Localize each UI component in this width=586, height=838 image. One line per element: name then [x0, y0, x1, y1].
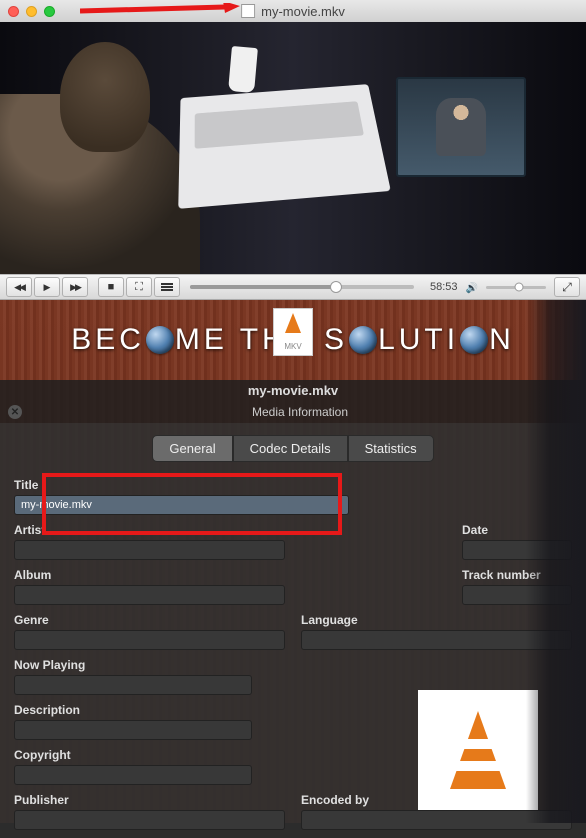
description-label: Description — [14, 703, 252, 717]
media-info-panel: General Codec Details Statistics Title A… — [0, 423, 586, 838]
close-panel-button[interactable]: ✕ — [8, 405, 22, 419]
tab-codec-details[interactable]: Codec Details — [233, 435, 348, 462]
expand-button[interactable] — [554, 277, 580, 297]
background-figure — [526, 300, 586, 823]
background-area: MKV BECME THE SLUTIN my-movie.mkv ✕ Medi… — [0, 300, 586, 823]
minimize-window-button[interactable] — [26, 6, 37, 17]
stop-button[interactable] — [98, 277, 124, 297]
copyright-input[interactable] — [14, 765, 252, 785]
close-window-button[interactable] — [8, 6, 19, 17]
description-input[interactable] — [14, 720, 252, 740]
album-label: Album — [14, 568, 285, 582]
now-playing-label: Now Playing — [14, 658, 252, 672]
playback-controls: 58:53 — [0, 274, 586, 300]
fullscreen-button[interactable] — [126, 277, 152, 297]
tab-general[interactable]: General — [152, 435, 232, 462]
annotation-arrow-icon — [80, 3, 240, 19]
orb-icon — [460, 326, 488, 354]
orb-icon — [146, 326, 174, 354]
window-title-text: my-movie.mkv — [261, 4, 345, 19]
now-playing-input[interactable] — [14, 675, 252, 695]
media-info-filename: my-movie.mkv — [0, 380, 586, 401]
title-label: Title — [14, 478, 349, 492]
media-info-title: Media Information — [22, 405, 578, 419]
playlist-button[interactable] — [154, 277, 180, 297]
media-info-tabs: General Codec Details Statistics — [14, 435, 572, 462]
artist-label: Artist — [14, 523, 285, 537]
traffic-lights — [8, 6, 55, 17]
maximize-window-button[interactable] — [44, 6, 55, 17]
window-title: my-movie.mkv — [241, 4, 345, 19]
tab-statistics[interactable]: Statistics — [348, 435, 434, 462]
window-titlebar: my-movie.mkv — [0, 0, 586, 22]
media-info-header: my-movie.mkv ✕ Media Information — [0, 380, 586, 423]
album-input[interactable] — [14, 585, 285, 605]
playback-time: 58:53 — [430, 281, 458, 293]
banner: MKV BECME THE SLUTIN — [0, 300, 586, 380]
play-button[interactable] — [34, 277, 60, 297]
genre-input[interactable] — [14, 630, 285, 650]
genre-label: Genre — [14, 613, 285, 627]
publisher-label: Publisher — [14, 793, 285, 807]
copyright-label: Copyright — [14, 748, 252, 762]
file-icon — [241, 4, 255, 18]
fast-forward-button[interactable] — [62, 277, 88, 297]
publisher-input[interactable] — [14, 810, 285, 830]
artist-input[interactable] — [14, 540, 285, 560]
volume-icon[interactable] — [466, 278, 478, 296]
rewind-button[interactable] — [6, 277, 32, 297]
seek-slider[interactable] — [190, 285, 414, 289]
orb-icon — [349, 326, 377, 354]
video-frame — [0, 22, 586, 274]
video-viewport[interactable] — [0, 22, 586, 274]
volume-slider[interactable] — [486, 286, 546, 289]
title-input[interactable] — [14, 495, 349, 515]
